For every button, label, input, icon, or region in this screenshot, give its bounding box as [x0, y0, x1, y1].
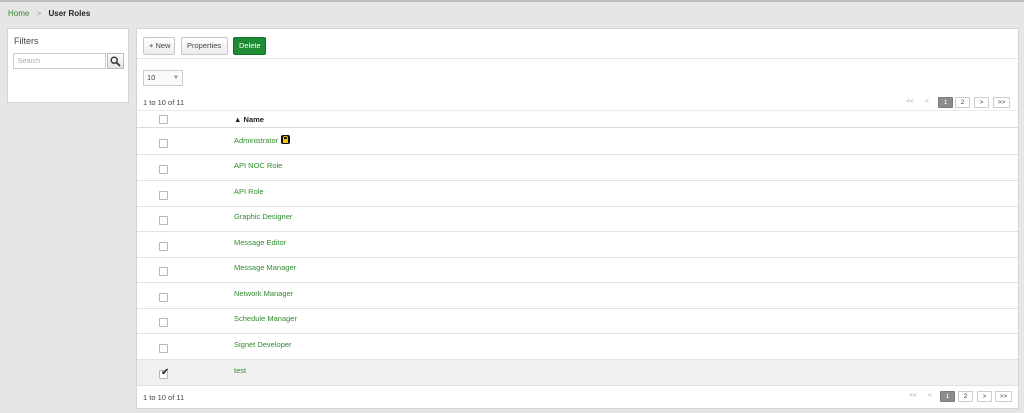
row-checkbox[interactable]	[159, 216, 168, 225]
prev-page-button[interactable]: <	[923, 391, 937, 402]
search-button[interactable]	[107, 53, 124, 69]
sort-asc-icon: ▲	[234, 115, 242, 124]
row-checkbox[interactable]	[159, 293, 168, 302]
last-page-button[interactable]: >>	[993, 97, 1010, 108]
table-row[interactable]: Message Editor	[137, 232, 1018, 258]
pagination-bottom: << < 1 2 > >>	[906, 391, 1014, 402]
row-checkbox-checked[interactable]: ✔	[159, 367, 170, 379]
breadcrumb-separator: >	[36, 9, 42, 18]
main-panel: + New Properties Delete 10 ▼ 1 to 10 of …	[136, 28, 1019, 409]
page-size-select[interactable]: 10 ▼	[143, 70, 183, 86]
table-row[interactable]: Administrator	[137, 129, 1018, 155]
row-checkbox[interactable]	[159, 165, 168, 174]
search-input[interactable]	[13, 53, 106, 69]
row-checkbox[interactable]	[159, 242, 168, 251]
properties-button[interactable]: Properties	[181, 37, 228, 55]
role-link[interactable]: Network Manager	[234, 289, 293, 298]
row-checkbox[interactable]	[159, 344, 168, 353]
role-link[interactable]: test	[234, 366, 246, 375]
lock-icon	[281, 135, 291, 144]
table-row[interactable]: API NOC Role	[137, 155, 1018, 181]
table-row[interactable]: Schedule Manager	[137, 308, 1018, 334]
breadcrumb: Home > User Roles	[8, 9, 90, 18]
filters-title: Filters	[14, 36, 39, 46]
table-row[interactable]: Graphic Designer	[137, 206, 1018, 232]
select-all-checkbox[interactable]	[159, 115, 168, 124]
page-1-button[interactable]: 1	[938, 97, 953, 108]
magnifier-icon	[110, 55, 121, 67]
chevron-down-icon: ▼	[173, 75, 179, 81]
table-row[interactable]: API Role	[137, 181, 1018, 207]
table-row[interactable]: Signet Developer	[137, 334, 1018, 360]
role-link[interactable]: API NOC Role	[234, 161, 282, 170]
results-count-bottom: 1 to 10 of 11	[143, 393, 185, 402]
prev-page-button[interactable]: <	[920, 97, 934, 108]
delete-button[interactable]: Delete	[233, 37, 266, 55]
row-checkbox[interactable]	[159, 318, 168, 327]
breadcrumb-home-link[interactable]: Home	[8, 9, 29, 18]
table-row[interactable]: Message Manager	[137, 257, 1018, 283]
name-column-header[interactable]: ▲ Name	[234, 115, 264, 124]
next-page-button[interactable]: >	[974, 97, 989, 108]
new-button[interactable]: + New	[143, 37, 175, 55]
checkmark-icon: ✔	[161, 367, 170, 378]
role-link[interactable]: Message Editor	[234, 238, 286, 247]
role-link[interactable]: Signet Developer	[234, 340, 292, 349]
row-checkbox[interactable]	[159, 267, 168, 276]
role-link[interactable]: Graphic Designer	[234, 212, 292, 221]
toolbar: + New Properties Delete	[137, 29, 1018, 59]
page-1-button[interactable]: 1	[940, 391, 955, 402]
page-2-button[interactable]: 2	[955, 97, 970, 108]
first-page-button[interactable]: <<	[906, 391, 920, 402]
first-page-button[interactable]: <<	[902, 97, 918, 108]
role-link[interactable]: Message Manager	[234, 263, 296, 272]
filters-panel: Filters	[7, 28, 129, 103]
table-row[interactable]: Network Manager	[137, 283, 1018, 309]
breadcrumb-current: User Roles	[48, 9, 91, 18]
row-checkbox[interactable]	[159, 139, 168, 148]
last-page-button[interactable]: >>	[995, 391, 1012, 402]
row-checkbox[interactable]	[159, 191, 168, 200]
role-link[interactable]: Administrator	[234, 135, 291, 145]
pagination-top: << < 1 2 > >>	[902, 97, 1014, 108]
table-header: ▲ Name	[137, 110, 1018, 128]
page-2-button[interactable]: 2	[958, 391, 973, 402]
results-count-top: 1 to 10 of 11	[143, 98, 185, 107]
role-link[interactable]: Schedule Manager	[234, 314, 297, 323]
role-link[interactable]: API Role	[234, 187, 264, 196]
page-size-value: 10	[147, 73, 156, 82]
table-row-selected[interactable]: ✔ test	[137, 360, 1018, 386]
top-border	[0, 0, 1024, 2]
next-page-button[interactable]: >	[977, 391, 992, 402]
